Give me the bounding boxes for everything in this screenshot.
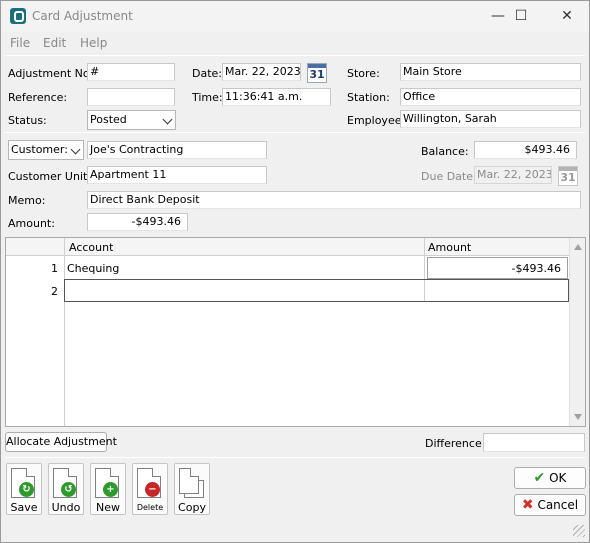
status-select[interactable]: Posted	[87, 110, 176, 130]
divider	[5, 132, 585, 133]
undo-label: Undo	[51, 501, 81, 514]
allocate-adjustment-button[interactable]: Allocate Adjustment	[5, 432, 117, 452]
store-field[interactable]: Main Store	[400, 63, 581, 81]
ok-label: OK	[549, 471, 567, 485]
station-field[interactable]: Office	[400, 88, 581, 106]
column-header-amount[interactable]: Amount	[428, 241, 471, 254]
copy-icon	[179, 468, 199, 494]
vertical-scrollbar[interactable]	[569, 238, 585, 426]
copy-label: Copy	[178, 501, 206, 514]
account-grid[interactable]: Account Amount 1 Chequing -$493.46 2	[5, 237, 586, 427]
adjustment-no-field[interactable]: #	[87, 63, 175, 81]
balance-label: Balance:	[421, 145, 469, 158]
difference-field	[483, 433, 585, 452]
column-header-account[interactable]: Account	[69, 241, 113, 254]
difference-label: Difference:	[425, 437, 486, 450]
table-row[interactable]	[64, 279, 569, 302]
reference-field[interactable]	[87, 88, 175, 106]
due-date-field: Mar. 22, 2023	[474, 166, 552, 184]
save-icon: ↻	[19, 482, 34, 497]
close-button[interactable]: ✕	[544, 1, 589, 32]
new-label: New	[96, 501, 120, 514]
customer-type-value: Customer:	[11, 143, 68, 156]
resize-grip-icon[interactable]	[573, 525, 585, 537]
app-logo-icon	[10, 8, 26, 24]
cancel-label: Cancel	[537, 498, 579, 512]
plus-icon: +	[103, 482, 118, 497]
delete-label: Delete	[136, 503, 164, 512]
store-label: Store:	[347, 67, 380, 80]
maximize-button[interactable]: ☐	[498, 1, 544, 32]
menu-file[interactable]: File	[10, 36, 30, 50]
employee-field[interactable]: Willington, Sarah	[400, 110, 581, 128]
row-account-cell[interactable]: Chequing	[67, 262, 422, 275]
calendar-icon: 31	[558, 166, 578, 186]
amount-field[interactable]: -$493.46	[87, 213, 188, 231]
due-date-label: Due Date:	[421, 170, 477, 183]
minus-icon: −	[145, 482, 160, 497]
row-number: 1	[51, 262, 58, 275]
station-label: Station:	[347, 91, 390, 104]
date-label: Date:	[192, 67, 222, 80]
time-field[interactable]: 11:36:41 a.m.	[222, 88, 331, 106]
customer-unit-field[interactable]: Apartment 11	[87, 166, 267, 184]
row-number: 2	[51, 285, 58, 298]
menu-bar: File Edit Help	[1, 32, 589, 54]
menu-help[interactable]: Help	[80, 36, 107, 50]
amount-label: Amount:	[8, 217, 55, 230]
ok-button[interactable]: ✔ OK	[514, 467, 586, 489]
new-button[interactable]: + New	[90, 463, 126, 515]
check-icon: ✔	[533, 470, 546, 486]
save-label: Save	[10, 501, 38, 514]
undo-icon: ↺	[61, 482, 76, 497]
card-adjustment-window: Card Adjustment — ☐ ✕ File Edit Help Adj…	[0, 0, 590, 543]
balance-field: $493.46	[474, 141, 577, 159]
save-button[interactable]: ↻ Save	[6, 463, 42, 515]
x-icon: ✖	[521, 497, 534, 513]
undo-button[interactable]: ↺ Undo	[48, 463, 84, 515]
customer-type-select[interactable]: Customer:	[8, 140, 84, 160]
memo-field[interactable]: Direct Bank Deposit	[87, 191, 581, 209]
scroll-down-icon[interactable]	[574, 414, 582, 420]
window-title: Card Adjustment	[32, 9, 133, 23]
calendar-icon[interactable]: 31	[307, 63, 327, 83]
employee-label: Employee:	[347, 114, 406, 127]
customer-unit-label: Customer Unit:	[8, 170, 92, 183]
time-label: Time:	[192, 91, 223, 104]
cancel-button[interactable]: ✖ Cancel	[514, 494, 586, 516]
scroll-up-icon[interactable]	[574, 244, 582, 250]
chevron-down-icon	[70, 144, 81, 155]
adjustment-no-label: Adjustment No.	[8, 67, 93, 80]
divider	[5, 457, 585, 458]
date-field[interactable]: Mar. 22, 2023	[222, 63, 301, 81]
status-value: Posted	[90, 113, 127, 126]
customer-name-field[interactable]: Joe's Contracting	[87, 141, 267, 159]
menu-edit[interactable]: Edit	[43, 36, 66, 50]
row-amount-cell[interactable]: -$493.46	[427, 257, 568, 279]
reference-label: Reference:	[8, 91, 68, 104]
copy-button[interactable]: Copy	[174, 463, 210, 515]
memo-label: Memo:	[8, 194, 46, 207]
status-label: Status:	[8, 114, 47, 127]
title-bar[interactable]: Card Adjustment — ☐ ✕	[1, 1, 589, 32]
chevron-down-icon	[162, 114, 173, 125]
delete-button[interactable]: − Delete	[132, 463, 168, 515]
divider	[5, 55, 585, 56]
